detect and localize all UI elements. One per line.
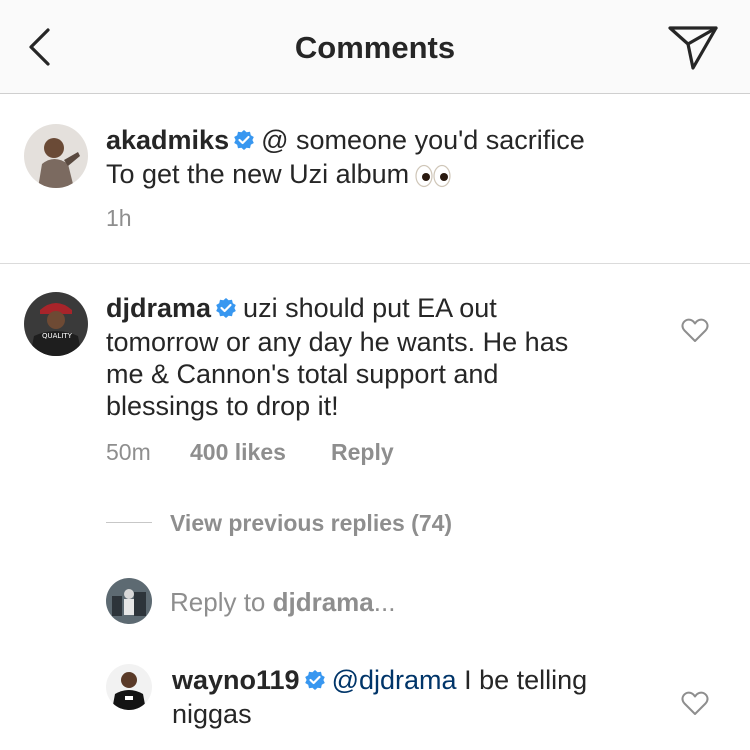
replies-line [106,522,152,523]
avatar-akadmiks[interactable] [24,124,88,188]
username[interactable]: akadmiks [106,125,229,155]
likes-count[interactable]: 400 likes [190,439,286,466]
comment-line-1: uzi should put EA out [243,293,497,323]
reply-input[interactable]: Reply to djdrama... [170,587,395,618]
comment-timestamp: 50m [106,439,151,465]
comment-line-3: me & Cannon's total support and [106,359,499,389]
comment-line-4: blessings to drop it! [106,391,339,421]
caption-timestamp: 1h [106,205,132,231]
caption-line-2: To get the new Uzi album [106,159,410,189]
reply-target: djdrama [272,587,374,617]
reply-suffix: ... [373,587,396,617]
username[interactable]: wayno119 [172,665,300,695]
reply-prefix: Reply to [170,587,273,617]
reply-text: wayno119 @djdrama I be telling niggas [172,664,587,730]
heart-icon [681,318,709,342]
comment-line-2: tomorrow or any day he wants. He has [106,327,569,357]
comment-text: djdrama uzi should put EA out tomorrow or… [106,292,568,422]
caption-text: akadmiks @ someone you'd sacrifice To get… [106,124,585,195]
profile-photo [24,124,88,188]
eyes-emoji-icon [415,163,451,195]
reply-line-2: niggas [172,699,252,729]
current-user-avatar [106,578,152,624]
send-button[interactable] [666,24,720,72]
verified-badge-icon [304,666,326,698]
profile-photo: QUALITY [24,292,88,356]
heart-icon [681,691,709,715]
caption-line-1: @ someone you'd sacrifice [261,125,585,155]
avatar-wayno119[interactable] [106,664,152,710]
profile-photo [106,664,152,710]
page-title: Comments [294,30,456,65]
view-previous-replies-button[interactable]: View previous replies (74) [170,510,452,537]
divider [0,263,750,264]
like-button[interactable] [681,317,709,348]
avatar-djdrama[interactable]: QUALITY [24,292,88,356]
verified-badge-icon [215,294,237,326]
like-button[interactable] [681,690,709,721]
profile-photo [106,578,152,624]
paper-plane-icon [668,26,718,70]
username[interactable]: djdrama [106,293,211,323]
reply-button[interactable]: Reply [331,439,394,466]
svg-text:QUALITY: QUALITY [42,332,73,340]
verified-badge-icon [233,126,255,158]
mention-link[interactable]: @djdrama [332,665,457,695]
header-bar: Comments [0,0,750,94]
reply-line-1: I be telling [464,665,588,695]
